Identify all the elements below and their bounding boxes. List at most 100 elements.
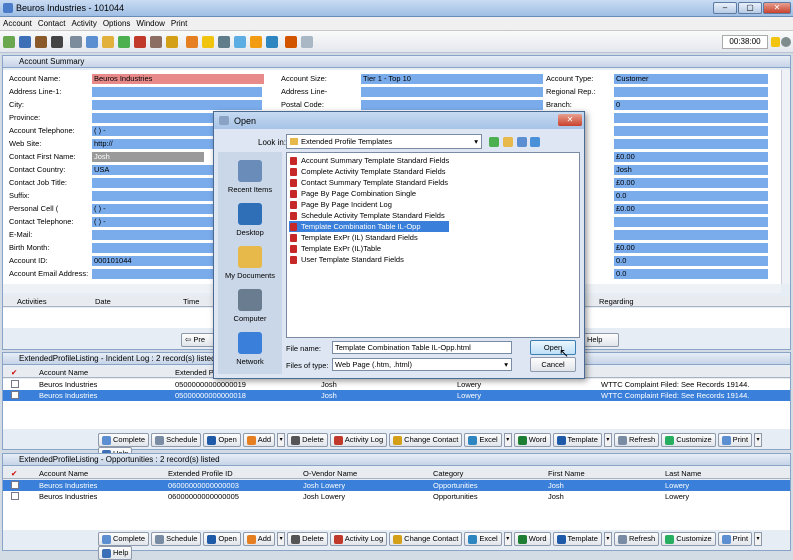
menu-window[interactable]: Window <box>133 17 167 30</box>
field-value[interactable] <box>614 139 768 149</box>
details-icon[interactable] <box>530 137 540 147</box>
look-in-select[interactable]: Extended Profile Templates ▾ <box>286 134 482 149</box>
pause-icon[interactable] <box>771 37 780 47</box>
schedule-button[interactable]: Schedule <box>151 532 202 546</box>
note-icon[interactable] <box>134 36 146 48</box>
minimize-button[interactable]: – <box>713 2 737 14</box>
close-button[interactable]: ✕ <box>763 2 791 14</box>
col-account-name[interactable]: Account Name <box>39 367 88 378</box>
file-item[interactable]: Account Summary Template Standard Fields <box>289 155 449 166</box>
file-item[interactable]: Template ExPr (IL) Standard Fields <box>289 232 449 243</box>
table-row[interactable]: Beuros Industries 06000000000000005 Josh L… <box>3 491 790 502</box>
field-value[interactable] <box>614 113 768 123</box>
my-documents-place[interactable]: My Documents <box>218 246 282 280</box>
col-extended-profile-id[interactable]: Extended Profile ID <box>168 468 233 479</box>
phone-icon[interactable] <box>102 36 114 48</box>
print-dropdown[interactable]: ▾ <box>754 433 763 447</box>
word-button[interactable]: Word <box>513 433 551 447</box>
pin-icon[interactable] <box>285 36 297 48</box>
field-value[interactable] <box>361 100 543 110</box>
activity-log-button[interactable]: Activity Log <box>329 433 388 447</box>
open-button[interactable]: Open <box>530 340 576 355</box>
field-value[interactable] <box>361 87 543 97</box>
excel-button[interactable]: Excel <box>464 433 502 447</box>
table-row[interactable]: Beuros Industries 05000000000000019 Josh Lo… <box>3 379 790 390</box>
menu-activity[interactable]: Activity <box>68 17 99 30</box>
menu-print[interactable]: Print <box>168 17 190 30</box>
col-first-name[interactable]: First Name <box>548 468 585 479</box>
open-button[interactable]: Open <box>203 433 241 447</box>
chart-icon[interactable] <box>186 36 198 48</box>
desktop-place[interactable]: Desktop <box>218 203 282 237</box>
customize-button[interactable]: Customize <box>661 433 716 447</box>
book-icon[interactable] <box>166 36 178 48</box>
template-dropdown[interactable]: ▾ <box>603 532 612 546</box>
print-dropdown[interactable]: ▾ <box>754 532 763 546</box>
field-value[interactable] <box>614 126 768 136</box>
complete-button[interactable]: Complete <box>98 433 150 447</box>
field-value[interactable] <box>92 87 262 97</box>
field-value[interactable]: Beuros Industries <box>92 74 264 84</box>
refresh-button[interactable]: Refresh <box>613 433 660 447</box>
field-value[interactable] <box>92 100 262 110</box>
folder-icon[interactable] <box>250 36 262 48</box>
summary-scrollbar[interactable] <box>781 70 790 284</box>
computer-place[interactable]: Computer <box>218 289 282 323</box>
file-type-select[interactable]: Web Page (.htm, .html) ▾ <box>332 358 512 371</box>
field-value[interactable]: £0.00 <box>614 152 768 162</box>
word-button[interactable]: Word <box>513 532 551 546</box>
excel-button[interactable]: Excel <box>464 532 502 546</box>
calendar-icon[interactable] <box>118 36 130 48</box>
menu-account[interactable]: Account <box>0 17 35 30</box>
field-value[interactable]: 0.0 <box>614 269 768 279</box>
col-account-name[interactable]: Account Name <box>39 468 88 479</box>
keyboard-icon[interactable] <box>218 36 230 48</box>
window-icon[interactable] <box>301 36 313 48</box>
col-vendor-name[interactable]: O-Vendor Name <box>303 468 357 479</box>
delete-button[interactable]: Delete <box>287 433 328 447</box>
user-icon[interactable] <box>35 36 47 48</box>
add-dropdown[interactable]: ▾ <box>277 433 286 447</box>
new-folder-icon[interactable] <box>503 137 513 147</box>
template-dropdown[interactable]: ▾ <box>603 433 612 447</box>
view-menu-icon[interactable] <box>517 137 527 147</box>
file-item[interactable]: User Template Standard Fields <box>289 254 449 265</box>
field-value[interactable]: £0.00 <box>614 204 768 214</box>
template-button[interactable]: Template <box>552 532 602 546</box>
menu-contact[interactable]: Contact <box>35 17 69 30</box>
menu-options[interactable]: Options <box>100 17 134 30</box>
activity-log-button[interactable]: Activity Log <box>329 532 388 546</box>
col-activities[interactable]: Activities <box>17 296 47 307</box>
col-last-name[interactable]: Last Name <box>665 468 701 479</box>
field-value[interactable]: 0 <box>614 100 768 110</box>
check-icon[interactable] <box>86 36 98 48</box>
file-item[interactable]: Schedule Activity Template Standard Fiel… <box>289 210 449 221</box>
row-checkbox[interactable] <box>11 391 19 399</box>
lookup-icon[interactable] <box>51 36 63 48</box>
field-value[interactable]: Customer <box>614 74 768 84</box>
up-folder-icon[interactable] <box>489 137 499 147</box>
delete-button[interactable]: Delete <box>287 532 328 546</box>
file-item[interactable]: Contact Summary Template Standard Fields <box>289 177 449 188</box>
add-button[interactable]: Add <box>242 532 276 546</box>
change-contact-button[interactable]: Change Contact <box>389 532 463 546</box>
template-button[interactable]: Template <box>552 433 602 447</box>
field-value[interactable]: 0.0 <box>614 256 768 266</box>
new-icon[interactable] <box>3 36 15 48</box>
field-value[interactable] <box>614 87 768 97</box>
schedule-button[interactable]: Schedule <box>151 433 202 447</box>
add-button[interactable]: Add <box>242 433 276 447</box>
help-button[interactable]: Help <box>98 546 133 560</box>
field-value[interactable]: Tier 1 - Top 10 <box>361 74 543 84</box>
field-value[interactable]: Josh <box>92 152 204 162</box>
excel-dropdown[interactable]: ▾ <box>503 532 512 546</box>
edit-icon[interactable] <box>150 36 162 48</box>
file-item[interactable]: Complete Activity Template Standard Fiel… <box>289 166 449 177</box>
file-item[interactable]: Template Combination Table IL-Opp <box>289 221 449 232</box>
mail-icon[interactable] <box>202 36 214 48</box>
row-checkbox[interactable] <box>11 481 19 489</box>
cancel-button[interactable]: Cancel <box>530 357 576 372</box>
col-category[interactable]: Category <box>433 468 463 479</box>
col-regarding[interactable]: Regarding <box>599 296 634 307</box>
dialog-close-button[interactable]: ✕ <box>558 114 582 126</box>
